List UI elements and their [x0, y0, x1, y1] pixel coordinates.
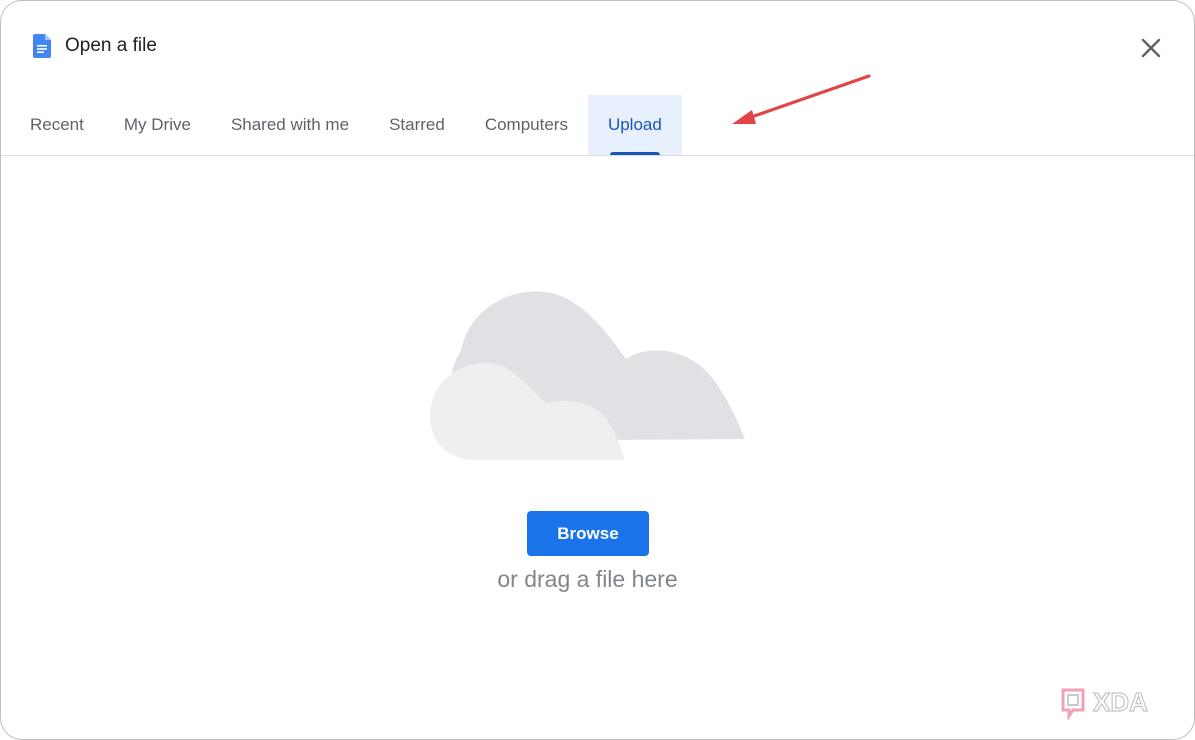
tab-label: My Drive	[123, 115, 191, 134]
tab-starred[interactable]: Starred	[369, 95, 465, 155]
tab-label: Upload	[607, 115, 662, 134]
dialog-header: Open a file	[1, 1, 1194, 93]
close-icon[interactable]	[1137, 34, 1165, 62]
tab-computers[interactable]: Computers	[465, 95, 588, 155]
tab-divider	[1, 155, 1194, 156]
tab-bar: Recent My Drive Shared with me Starred C…	[10, 95, 682, 155]
tab-upload[interactable]: Upload	[587, 95, 682, 155]
cloud-illustration	[429, 291, 745, 461]
tab-recent[interactable]: Recent	[10, 95, 104, 155]
drag-drop-hint: or drag a file here	[497, 566, 678, 592]
open-file-dialog: Open a file Recent My Drive Shared with …	[0, 0, 1195, 740]
docs-file-icon	[33, 34, 51, 58]
watermark-text: XDA	[1093, 687, 1148, 717]
tab-label: Computers	[484, 115, 568, 134]
tab-label: Starred	[389, 115, 445, 134]
tab-my-drive[interactable]: My Drive	[104, 95, 211, 155]
tab-label: Shared with me	[230, 115, 350, 134]
dialog-title: Open a file	[65, 35, 157, 56]
red-arrow-icon	[732, 74, 871, 124]
xda-logo-icon: XDA	[1061, 686, 1149, 720]
browse-button[interactable]: Browse	[527, 511, 649, 556]
tab-label: Recent	[30, 115, 84, 134]
tab-shared-with-me[interactable]: Shared with me	[211, 95, 369, 155]
